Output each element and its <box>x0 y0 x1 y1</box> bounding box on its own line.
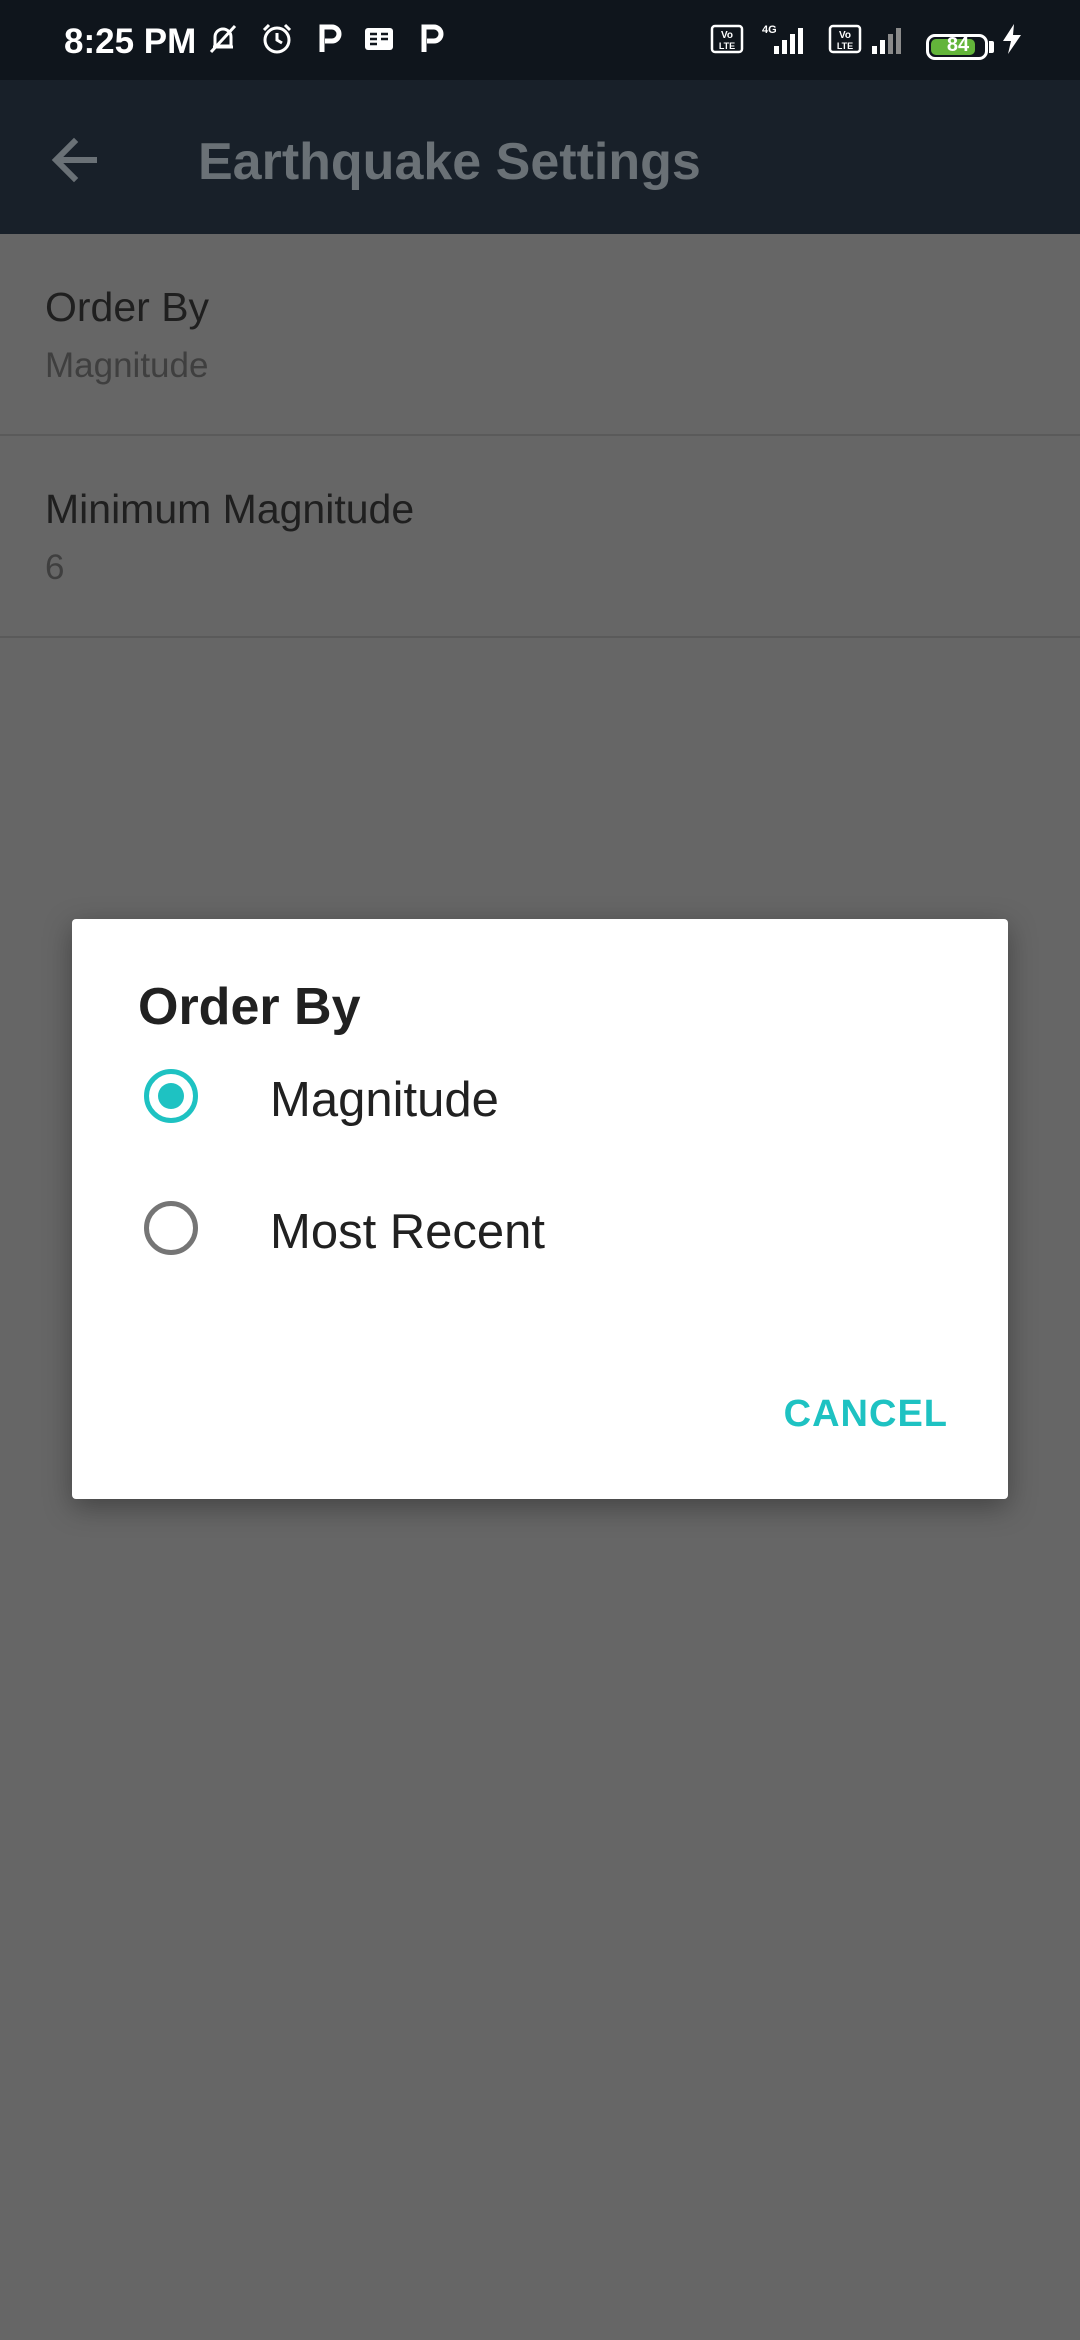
setting-summary: 6 <box>45 548 65 587</box>
svg-text:Vo: Vo <box>839 30 851 41</box>
option-most-recent[interactable]: Most Recent <box>72 1163 1008 1295</box>
volte-icon: Vo LTE <box>710 24 744 54</box>
mute-icon <box>209 24 237 54</box>
paytm-icon <box>421 24 444 52</box>
order-by-dialog: Order By Magnitude Most Recent CANCEL <box>72 919 1008 1499</box>
alarm-icon <box>262 23 292 54</box>
cancel-button[interactable]: CANCEL <box>784 1393 948 1436</box>
signal-4g-icon: 4G <box>762 24 803 54</box>
signal-icon <box>872 28 901 54</box>
option-label: Magnitude <box>270 1073 499 1127</box>
paytm-icon <box>319 24 342 52</box>
radio-button-checked[interactable] <box>144 1069 198 1123</box>
app-bar: Earthquake Settings <box>0 80 1080 234</box>
svg-text:4G: 4G <box>762 24 777 36</box>
news-icon <box>365 28 393 50</box>
radio-button-unchecked[interactable] <box>144 1201 198 1255</box>
setting-minimum-magnitude[interactable]: Minimum Magnitude 6 <box>0 436 1080 638</box>
dialog-title: Order By <box>138 978 361 1036</box>
svg-text:Vo: Vo <box>721 30 733 41</box>
setting-title: Order By <box>45 284 210 330</box>
option-label: Most Recent <box>270 1205 546 1259</box>
setting-order-by[interactable]: Order By Magnitude <box>0 234 1080 436</box>
radio-dot <box>158 1083 184 1109</box>
charging-icon <box>1003 24 1021 54</box>
battery-tip <box>989 41 994 53</box>
battery-icon: 84 <box>926 34 988 60</box>
volte-icon: Vo LTE <box>828 24 862 54</box>
battery-level: 84 <box>946 34 970 56</box>
setting-summary: Magnitude <box>45 346 209 385</box>
arrow-back-icon[interactable] <box>36 120 116 200</box>
svg-text:LTE: LTE <box>719 41 735 51</box>
status-time: 8:25 PM <box>64 22 197 61</box>
status-bar: 8:25 PM Vo LTE 4G Vo LTE 84 <box>0 0 1080 80</box>
option-magnitude[interactable]: Magnitude <box>72 1031 1008 1163</box>
setting-title: Minimum Magnitude <box>45 486 415 532</box>
svg-text:LTE: LTE <box>837 41 853 51</box>
page-title: Earthquake Settings <box>198 133 701 191</box>
